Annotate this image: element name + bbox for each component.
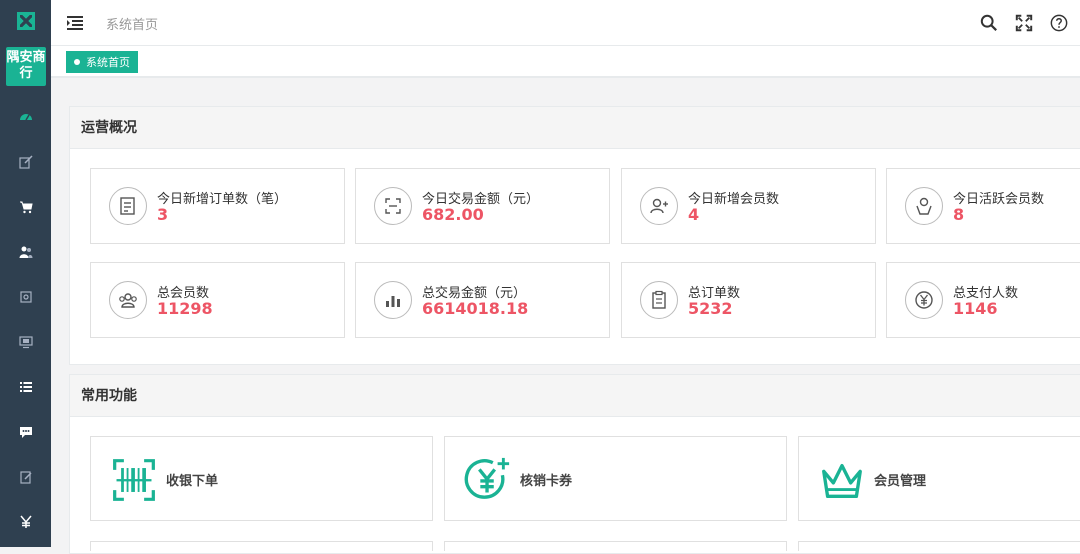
functions-title: 常用功能 xyxy=(70,375,1080,417)
func-card-partial[interactable] xyxy=(444,541,787,551)
stat-label: 今日活跃会员数 xyxy=(953,192,1045,207)
active-member-icon xyxy=(905,187,943,225)
member-management-button[interactable]: 会员管理 xyxy=(798,436,1080,521)
stat-value: 5232 xyxy=(688,299,733,318)
tab-bar: 系统首页 xyxy=(51,46,1080,78)
help-icon[interactable] xyxy=(1048,12,1070,34)
stat-card[interactable]: 今日交易金额（元） 682.00 xyxy=(355,168,610,244)
func-card-partial[interactable] xyxy=(90,541,433,551)
stat-label: 今日新增订单数（笔） xyxy=(157,192,288,207)
order-icon xyxy=(109,187,147,225)
stat-card[interactable]: 今日活跃会员数 8 xyxy=(886,168,1080,244)
scan-icon xyxy=(374,187,412,225)
active-dot-icon xyxy=(74,59,80,65)
edit-icon[interactable] xyxy=(16,152,36,172)
func-label: 会员管理 xyxy=(874,474,927,489)
stat-value: 3 xyxy=(157,205,169,224)
top-bar: 系统首页 xyxy=(51,0,1080,46)
add-member-icon xyxy=(640,187,678,225)
tab-home[interactable]: 系统首页 xyxy=(66,51,138,73)
func-label: 收银下单 xyxy=(166,474,219,489)
func-card-partial[interactable] xyxy=(798,541,1080,551)
stat-value: 1146 xyxy=(953,299,998,318)
shop-name-badge[interactable]: 隅安商行 xyxy=(6,47,46,86)
stat-label: 今日新增会员数 xyxy=(688,192,780,207)
barcode-scan-icon xyxy=(109,455,159,505)
redeem-coupon-button[interactable]: 核销卡券 xyxy=(444,436,787,521)
crown-icon xyxy=(817,455,867,505)
tab-home-label: 系统首页 xyxy=(86,56,130,69)
top-tools xyxy=(978,12,1080,34)
stat-value: 11298 xyxy=(157,299,213,318)
stat-card[interactable]: 总会员数 11298 xyxy=(90,262,345,338)
stat-card[interactable]: 总支付人数 1146 xyxy=(886,262,1080,338)
cashier-order-button[interactable]: 收银下单 xyxy=(90,436,433,521)
stat-card[interactable]: 今日新增会员数 4 xyxy=(621,168,876,244)
monitor-icon[interactable] xyxy=(16,332,36,352)
yen-icon[interactable] xyxy=(16,512,36,532)
search-icon[interactable] xyxy=(978,12,1000,34)
sidebar: 隅安商行 xyxy=(0,0,51,547)
camera-icon[interactable] xyxy=(16,287,36,307)
overview-title: 运营概况 xyxy=(70,107,1080,149)
stat-card[interactable]: 今日新增订单数（笔） 3 xyxy=(90,168,345,244)
cart-icon[interactable] xyxy=(16,197,36,217)
stat-value: 6614018.18 xyxy=(422,299,529,318)
stat-value: 8 xyxy=(953,205,965,224)
page-title: 系统首页 xyxy=(106,18,159,33)
group-icon xyxy=(109,281,147,319)
clipboard-icon xyxy=(640,281,678,319)
func-label: 核销卡券 xyxy=(520,474,573,489)
stat-value: 682.00 xyxy=(422,205,484,224)
stat-value: 4 xyxy=(688,205,700,224)
list-icon[interactable] xyxy=(16,377,36,397)
members-icon[interactable] xyxy=(16,242,36,262)
menu-toggle-icon[interactable] xyxy=(66,14,84,32)
stat-card[interactable]: 总订单数 5232 xyxy=(621,262,876,338)
note-icon[interactable] xyxy=(16,467,36,487)
logo-icon xyxy=(17,12,35,30)
stat-card[interactable]: 总交易金额（元） 6614018.18 xyxy=(355,262,610,338)
chat-icon[interactable] xyxy=(16,422,36,442)
fullscreen-icon[interactable] xyxy=(1013,12,1035,34)
bar-chart-icon xyxy=(374,281,412,319)
yen-plus-icon xyxy=(463,455,513,505)
dashboard-icon[interactable] xyxy=(16,107,36,127)
yen-circle-icon xyxy=(905,281,943,319)
